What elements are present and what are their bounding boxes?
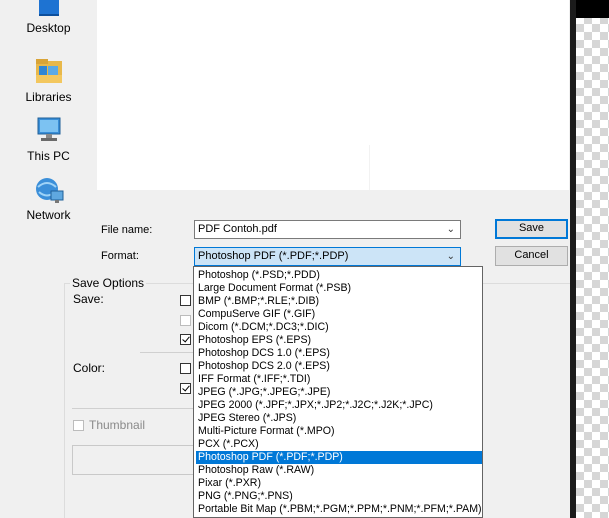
format-option[interactable]: JPEG 2000 (*.JPF;*.JPX;*.JP2;*.J2C;*.J2K…: [196, 399, 482, 412]
format-option[interactable]: Dicom (*.DCM;*.DC3;*.DIC): [196, 321, 482, 334]
canvas-top-edge: [576, 0, 609, 18]
place-this-pc[interactable]: This PC: [0, 116, 97, 163]
format-label: Format:: [101, 250, 139, 262]
options-divider: [140, 352, 193, 353]
window-border: [570, 0, 576, 518]
cancel-button[interactable]: Cancel: [495, 246, 568, 266]
place-label: Desktop: [26, 21, 71, 35]
format-option[interactable]: Multi-Picture Format (*.MPO): [196, 425, 482, 438]
file-list-pane[interactable]: [97, 0, 569, 190]
format-option[interactable]: Large Document Format (*.PSB): [196, 282, 482, 295]
thumbnail-checkbox[interactable]: [73, 420, 84, 431]
format-option[interactable]: JPEG Stereo (*.JPS): [196, 412, 482, 425]
format-dropdown-list[interactable]: Photoshop (*.PSD;*.PDD) Large Document Fo…: [193, 266, 483, 518]
format-option[interactable]: Pixar (*.PXR): [196, 477, 482, 490]
options-divider: [72, 408, 193, 409]
format-selected-value: Photoshop PDF (*.PDF;*.PDP): [198, 250, 349, 262]
place-label: Libraries: [25, 90, 72, 104]
chevron-down-icon[interactable]: ⌄: [447, 248, 455, 265]
color-option-checkbox-2[interactable]: [180, 383, 191, 394]
save-button[interactable]: Save: [495, 219, 568, 239]
thumbnail-label: Thumbnail: [89, 418, 146, 432]
file-name-value: PDF Contoh.pdf: [198, 223, 277, 235]
place-label: This PC: [27, 149, 70, 163]
file-name-input[interactable]: PDF Contoh.pdf ⌄: [194, 220, 461, 239]
color-label: Color:: [73, 361, 106, 375]
format-option[interactable]: IFF Format (*.IFF;*.TDI): [196, 373, 482, 386]
places-pane: Desktop Libraries This PC Network: [0, 0, 97, 262]
transparent-canvas-background: [576, 0, 609, 518]
save-option-checkbox-1[interactable]: [180, 295, 191, 306]
column-separator: [369, 145, 370, 190]
place-network[interactable]: Network: [0, 175, 97, 222]
place-desktop[interactable]: Desktop: [0, 0, 97, 35]
save-option-checkbox-3[interactable]: [180, 334, 191, 345]
format-option[interactable]: JPEG (*.JPG;*.JPEG;*.JPE): [196, 386, 482, 399]
format-option[interactable]: PCX (*.PCX): [196, 438, 482, 451]
format-option[interactable]: Portable Bit Map (*.PBM;*.PGM;*.PPM;*.PN…: [196, 503, 482, 516]
format-option[interactable]: Photoshop DCS 1.0 (*.EPS): [196, 347, 482, 360]
desktop-icon: [33, 0, 65, 18]
format-option[interactable]: Photoshop DCS 2.0 (*.EPS): [196, 360, 482, 373]
file-name-label: File name:: [101, 224, 153, 236]
color-option-checkbox-1[interactable]: [180, 363, 191, 374]
format-option[interactable]: Photoshop Raw (*.RAW): [196, 464, 482, 477]
place-libraries[interactable]: Libraries: [0, 57, 97, 104]
save-options-title: Save Options: [70, 276, 147, 290]
format-select[interactable]: Photoshop PDF (*.PDF;*.PDP) ⌄: [194, 247, 461, 266]
place-label: Network: [26, 208, 71, 222]
format-option[interactable]: PNG (*.PNG;*.PNS): [196, 490, 482, 503]
warning-panel: [72, 445, 194, 475]
save-as-dialog: Desktop Libraries This PC Network File n…: [0, 0, 570, 518]
format-option[interactable]: Photoshop EPS (*.EPS): [196, 334, 482, 347]
format-option[interactable]: Photoshop (*.PSD;*.PDD): [196, 269, 482, 282]
save-option-checkbox-2[interactable]: [180, 315, 191, 326]
format-option[interactable]: Photoshop PDF (*.PDF;*.PDP): [196, 451, 482, 464]
this-pc-icon: [33, 116, 65, 146]
format-option[interactable]: BMP (*.BMP;*.RLE;*.DIB): [196, 295, 482, 308]
network-icon: [33, 175, 65, 205]
libraries-icon: [33, 57, 65, 87]
format-option[interactable]: CompuServe GIF (*.GIF): [196, 308, 482, 321]
chevron-down-icon[interactable]: ⌄: [447, 221, 455, 238]
save-label: Save:: [73, 292, 104, 306]
